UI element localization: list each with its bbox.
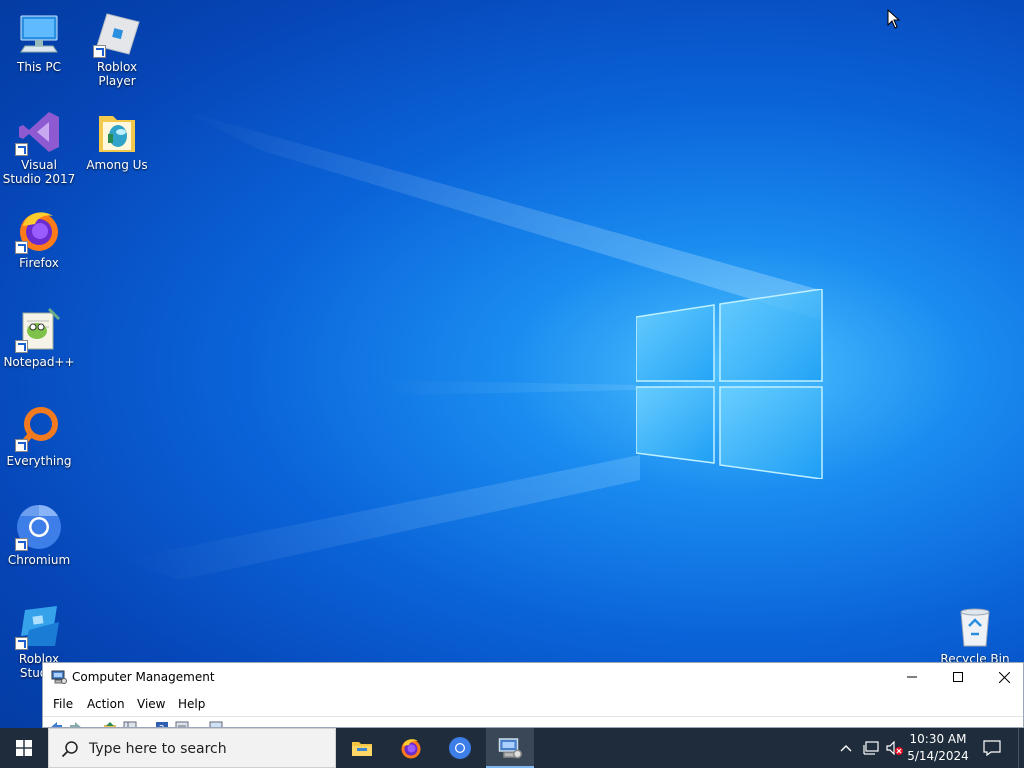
show-hide-tree-icon[interactable] [123,721,137,728]
show-desktop-button[interactable] [1018,728,1024,768]
close-button[interactable] [981,663,1023,691]
export-list-icon[interactable] [209,721,223,728]
everything-icon [15,404,63,452]
minimize-icon [907,676,917,678]
menu-help[interactable]: Help [178,697,205,711]
computer-management-window[interactable]: Computer Management File Action View Hel… [42,662,1024,728]
chevron-up-icon [840,745,852,752]
taskbar-clock[interactable]: 10:30 AM 5/14/2024 [904,731,972,765]
properties-icon[interactable] [175,721,189,728]
menu-file[interactable]: File [53,697,73,711]
maximize-icon [953,672,963,682]
chromium-icon [449,737,471,759]
shortcut-arrow-icon [15,241,28,254]
shortcut-arrow-icon [15,637,28,650]
tray-network[interactable] [860,728,882,768]
taskbar-app-file-explorer[interactable] [338,728,386,768]
taskbar: Type here to search 10:30 AM 5/14/2024 [0,728,1024,768]
computer-management-icon [498,738,522,759]
among-us-folder-icon [93,108,141,156]
action-center-button[interactable] [976,728,1008,768]
clock-date: 5/14/2024 [907,749,969,763]
roblox-player-icon [93,10,141,58]
desktop-icon-visual-studio[interactable]: Visual Studio 2017 [1,108,77,186]
desktop[interactable]: This PC Visual Studio 2017 Firefox Notep… [0,0,1024,728]
visual-studio-icon [15,108,63,156]
taskbar-app-firefox[interactable] [387,728,435,768]
firefox-icon [401,739,421,759]
menu-view[interactable]: View [137,697,165,711]
windows-start-icon [16,740,32,756]
desktop-icon-label: Among Us [86,158,148,172]
desktop-icon-among-us[interactable]: Among Us [79,108,155,172]
volume-muted-icon [886,741,903,755]
tray-overflow-button[interactable] [836,728,856,768]
notification-icon [983,740,1001,756]
desktop-icon-label: Firefox [19,256,59,270]
shortcut-arrow-icon [15,439,28,452]
window-toolbar: ? [43,716,1023,728]
back-arrow-icon[interactable] [49,721,63,728]
desktop-icon-everything[interactable]: Everything [1,404,77,468]
computer-management-icon [51,670,67,684]
tray-volume[interactable] [884,728,906,768]
desktop-icon-recycle-bin[interactable]: Recycle Bin [937,602,1013,666]
clock-time: 10:30 AM [909,732,967,746]
desktop-icon-firefox[interactable]: Firefox [1,206,77,270]
taskbar-app-chromium[interactable] [436,728,484,768]
file-explorer-icon [352,742,372,756]
window-menubar: File Action View Help [43,693,1023,715]
notepadpp-icon [15,305,63,353]
recycle-bin-icon [951,602,999,650]
search-placeholder: Type here to search [89,741,227,757]
close-icon [998,671,1010,683]
taskbar-app-computer-management[interactable] [486,728,534,768]
firefox-icon [15,206,63,254]
desktop-icon-this-pc[interactable]: This PC [1,10,77,74]
window-titlebar[interactable]: Computer Management [43,663,1023,691]
desktop-icon-label: Chromium [7,553,71,567]
start-button[interactable] [0,728,48,768]
desktop-icon-notepadpp[interactable]: Notepad++ [1,305,77,369]
desktop-icon-label: Notepad++ [3,355,75,369]
forward-arrow-icon[interactable] [69,721,83,728]
taskbar-search-box[interactable]: Type here to search [48,728,336,768]
network-icon [863,741,879,755]
desktop-icon-label: Everything [6,454,72,468]
search-icon [61,741,78,758]
maximize-button[interactable] [935,663,981,691]
shortcut-arrow-icon [93,45,106,58]
shortcut-arrow-icon [15,143,28,156]
shortcut-arrow-icon [15,340,28,353]
desktop-icon-label: Visual Studio 2017 [2,158,76,186]
minimize-button[interactable] [889,663,935,691]
desktop-icon-chromium[interactable]: Chromium [1,503,77,567]
mouse-cursor-icon [887,9,901,29]
help-icon[interactable]: ? [155,721,169,728]
up-folder-icon[interactable] [103,721,117,728]
desktop-icon-roblox-player[interactable]: Roblox Player [79,10,155,88]
chromium-icon [15,503,63,551]
desktop-icon-label: Roblox Player [96,60,138,88]
roblox-studio-icon [15,602,63,650]
menu-action[interactable]: Action [87,697,125,711]
this-pc-icon [15,10,63,58]
desktop-icon-label: This PC [17,60,61,74]
windows-wallpaper-logo [636,289,823,479]
shortcut-arrow-icon [15,538,28,551]
window-title: Computer Management [72,670,215,684]
